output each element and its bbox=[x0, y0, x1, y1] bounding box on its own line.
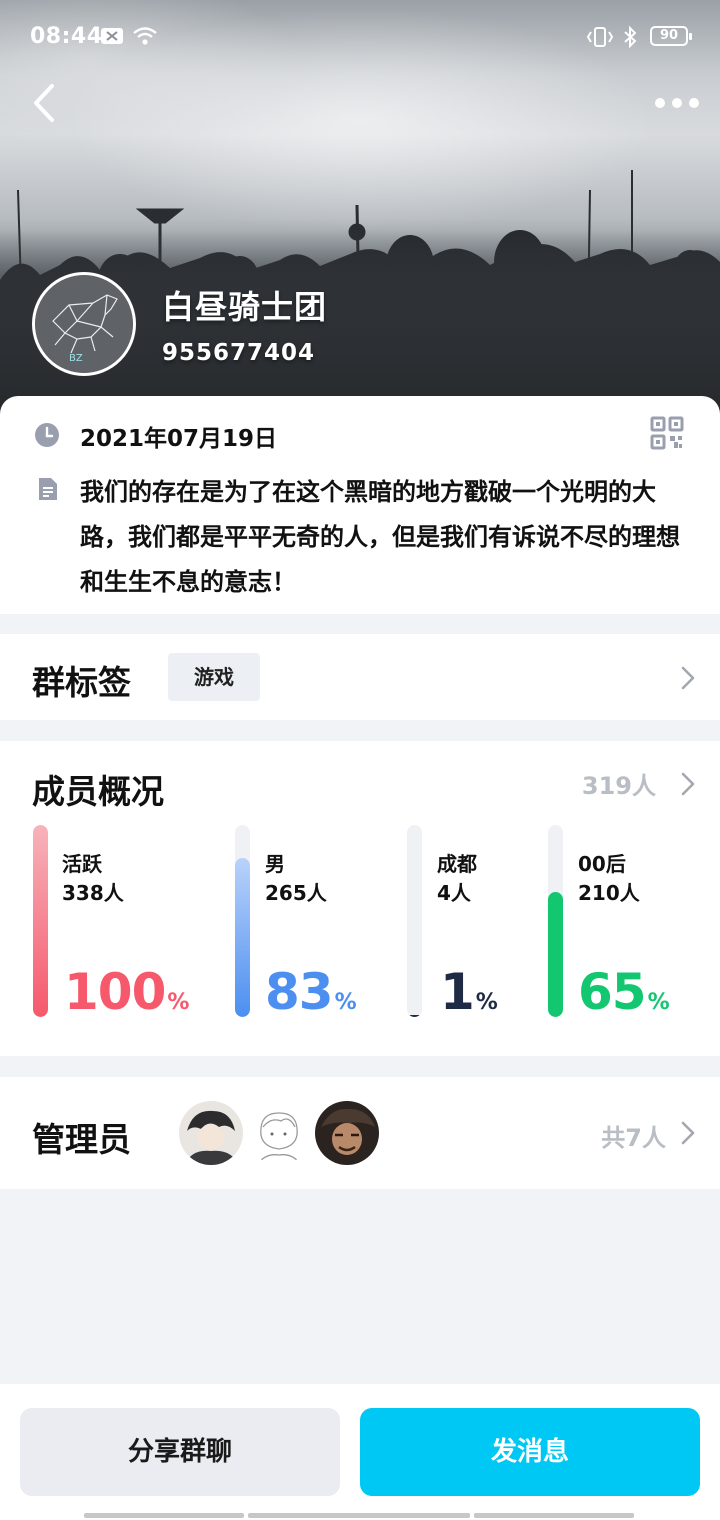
stat-percent-unit: % bbox=[647, 990, 670, 1015]
stat-count: 4人 bbox=[437, 881, 471, 905]
notification-icon bbox=[101, 28, 123, 44]
stat-bar-city bbox=[407, 825, 422, 1017]
stat-count: 338人 bbox=[62, 881, 124, 905]
nav-gesture-bar bbox=[474, 1513, 634, 1518]
stat-label-active: 活跃 338人 bbox=[62, 850, 124, 908]
admin-avatar[interactable] bbox=[247, 1101, 311, 1165]
group-avatar[interactable]: BZ bbox=[32, 272, 136, 376]
stat-percent-unit: % bbox=[334, 990, 357, 1015]
stat-fill bbox=[548, 892, 563, 1017]
stat-label: 男 bbox=[265, 852, 285, 876]
stat-fill bbox=[407, 1015, 422, 1017]
back-chevron-icon[interactable] bbox=[28, 80, 68, 126]
more-dots-icon[interactable] bbox=[654, 88, 700, 118]
tags-title: 群标签 bbox=[32, 663, 131, 702]
stat-label: 成都 bbox=[437, 852, 477, 876]
group-banner: 08:44 90 BZ 白昼骑士团 955677404 bbox=[0, 0, 720, 420]
wifi-icon bbox=[133, 27, 157, 45]
vibrate-icon bbox=[586, 27, 614, 47]
qr-code-icon[interactable] bbox=[650, 416, 684, 450]
stat-percent-value: 100 bbox=[64, 963, 166, 1021]
status-bar: 08:44 90 bbox=[0, 0, 720, 74]
group-description: 我们的存在是为了在这个黑暗的地方戳破一个光明的大路，我们都是平平无奇的人，但是我… bbox=[80, 478, 680, 596]
avatar-initials: BZ bbox=[69, 353, 83, 364]
stat-label: 00后 bbox=[578, 852, 626, 876]
stat-percent-value: 83 bbox=[265, 963, 334, 1021]
stat-label-city: 成都 4人 bbox=[437, 850, 477, 908]
chevron-right-icon[interactable] bbox=[679, 1120, 697, 1146]
admin-avatar[interactable] bbox=[179, 1101, 243, 1165]
stat-label-male: 男 265人 bbox=[265, 850, 327, 908]
stat-percent-unit: % bbox=[475, 990, 498, 1015]
chevron-right-icon[interactable] bbox=[679, 665, 697, 691]
created-date: 2021年07月19日 bbox=[80, 426, 278, 452]
admin-total[interactable]: 共7人 bbox=[601, 1118, 666, 1153]
battery-icon: 90 bbox=[650, 26, 692, 46]
group-id: 955677404 bbox=[162, 340, 316, 366]
admin-avatar[interactable] bbox=[315, 1101, 379, 1165]
admins-title: 管理员 bbox=[32, 1120, 131, 1159]
stat-label-age: 00后 210人 bbox=[578, 850, 640, 908]
stat-bar-active bbox=[33, 825, 48, 1017]
share-group-button[interactable]: 分享群聊 bbox=[20, 1408, 340, 1496]
tag-chip: 游戏 bbox=[168, 653, 260, 701]
stat-bar-male bbox=[235, 825, 250, 1017]
stat-percent-age: 65% bbox=[578, 963, 670, 1021]
horse-logo-icon: BZ bbox=[35, 275, 133, 373]
stat-percent-active: 100% bbox=[64, 963, 189, 1021]
stat-fill bbox=[235, 858, 250, 1017]
stat-count: 265人 bbox=[265, 881, 327, 905]
stat-percent-value: 1 bbox=[440, 963, 475, 1021]
nav-gesture-bar bbox=[84, 1513, 244, 1518]
status-time: 08:44 bbox=[30, 24, 103, 49]
stat-percent-unit: % bbox=[167, 990, 189, 1015]
document-icon bbox=[39, 478, 57, 500]
stat-percent-city: 1% bbox=[440, 963, 498, 1021]
group-name: 白昼骑士团 bbox=[162, 288, 328, 326]
stat-percent-male: 83% bbox=[265, 963, 357, 1021]
bluetooth-icon bbox=[624, 26, 637, 48]
stat-label: 活跃 bbox=[62, 852, 102, 876]
chevron-right-icon[interactable] bbox=[679, 771, 697, 797]
stat-count: 210人 bbox=[578, 881, 640, 905]
clock-icon bbox=[35, 423, 59, 447]
member-count[interactable]: 319人 bbox=[582, 766, 656, 801]
stat-bar-age bbox=[548, 825, 563, 1017]
nav-gesture-bar bbox=[248, 1513, 470, 1518]
members-title: 成员概况 bbox=[32, 772, 164, 811]
stat-fill bbox=[33, 825, 48, 1017]
send-message-button[interactable]: 发消息 bbox=[360, 1408, 700, 1496]
stat-percent-value: 65 bbox=[578, 963, 647, 1021]
